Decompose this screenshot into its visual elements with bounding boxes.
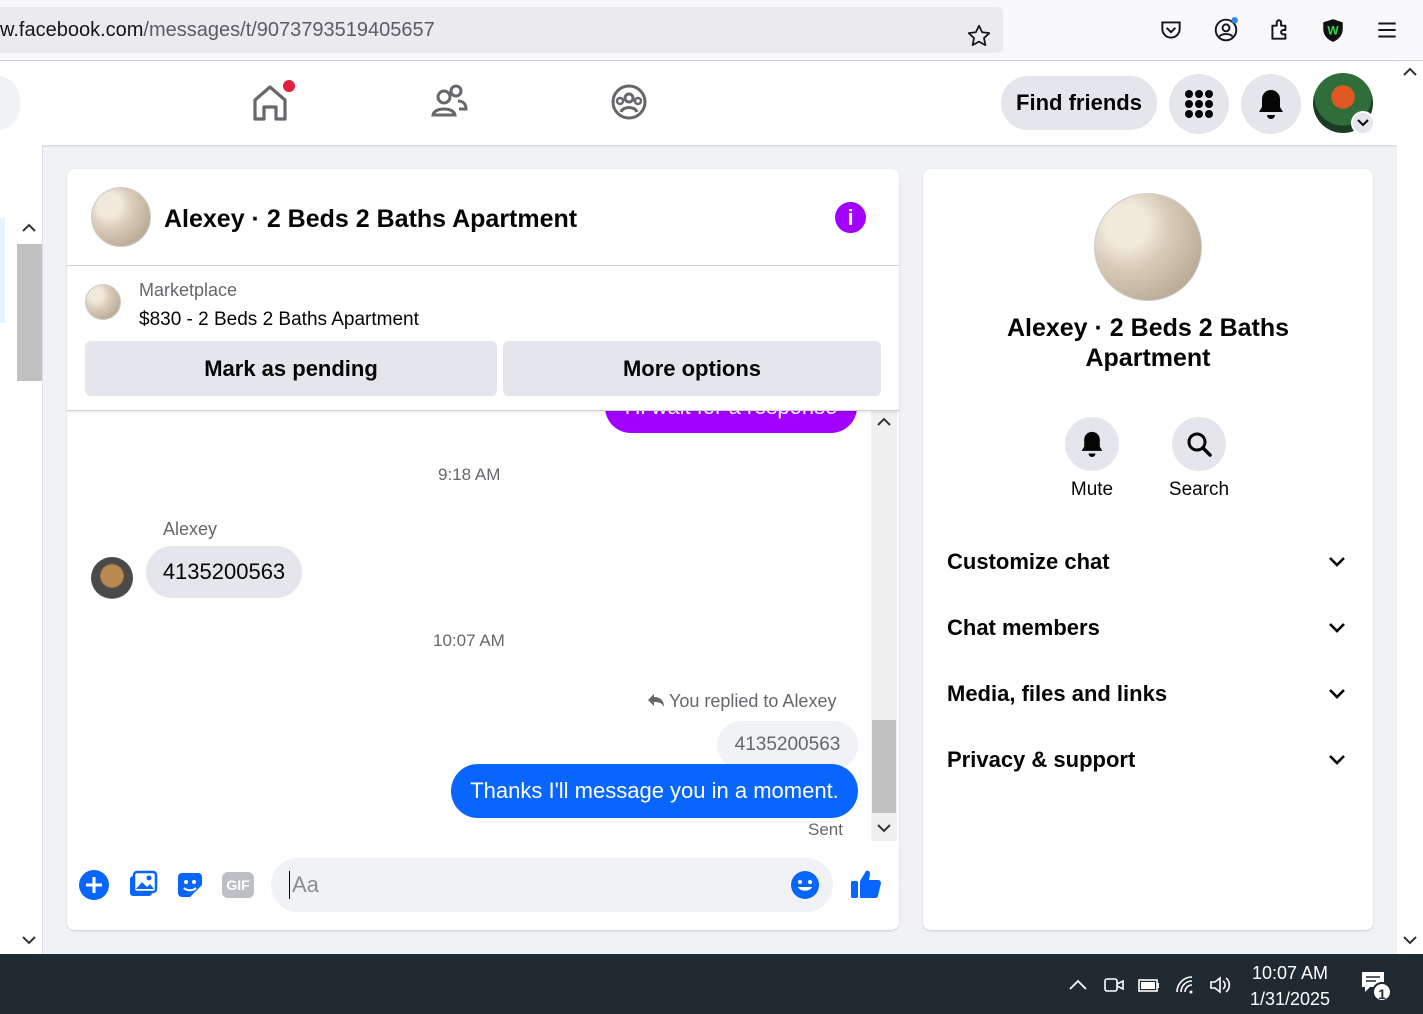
clock-time: 10:07 AM xyxy=(1251,963,1329,983)
more-options-button[interactable]: More options xyxy=(503,341,881,396)
url-bar[interactable]: w.facebook.com/messages/t/90737935194056… xyxy=(0,7,1003,53)
selected-conversation-edge[interactable] xyxy=(0,218,5,323)
chevron-down-icon xyxy=(1329,755,1345,765)
chevron-up-icon[interactable] xyxy=(1066,974,1090,996)
scroll-down-icon[interactable] xyxy=(1403,935,1417,945)
grid-icon xyxy=(1185,90,1213,118)
groups-icon[interactable] xyxy=(609,81,649,123)
profile-avatar[interactable] xyxy=(1313,73,1375,135)
search-label: Search xyxy=(1168,479,1230,500)
outgoing-message-bubble[interactable]: Hi wait for a response xyxy=(605,411,857,433)
sender-name: Alexey xyxy=(163,519,218,539)
page-scrollbar[interactable] xyxy=(1397,61,1423,954)
bell-icon xyxy=(1081,431,1103,457)
sticker-icon[interactable] xyxy=(174,869,206,901)
listing-thumbnail[interactable] xyxy=(85,284,121,320)
gif-icon[interactable]: GIF xyxy=(222,872,254,898)
thumbs-up-icon[interactable] xyxy=(849,867,883,901)
conversation-avatar-large[interactable] xyxy=(1094,193,1202,301)
info-icon[interactable]: i xyxy=(835,202,866,233)
conversation-list-edge xyxy=(0,145,43,954)
clock-date: 1/31/2025 xyxy=(1249,989,1331,1009)
marketplace-listing-bar: Marketplace $830 - 2 Beds 2 Baths Apartm… xyxy=(67,266,899,411)
windows-taskbar: 10:07 AM 1/31/2025 1 xyxy=(0,954,1423,1014)
mute-button[interactable] xyxy=(1065,417,1119,471)
sender-avatar[interactable] xyxy=(91,557,133,599)
quoted-message[interactable]: 4135200563 xyxy=(717,721,858,769)
message-status: Sent xyxy=(808,820,843,839)
battery-icon[interactable] xyxy=(1137,974,1161,996)
account-icon[interactable] xyxy=(1213,17,1239,43)
pocket-icon[interactable] xyxy=(1158,17,1184,43)
friends-icon[interactable] xyxy=(429,81,469,123)
menu-button[interactable] xyxy=(1169,74,1229,134)
extensions-icon[interactable] xyxy=(1267,17,1293,43)
message-input-box[interactable] xyxy=(271,858,833,912)
emoji-icon[interactable] xyxy=(790,870,820,900)
listing-title[interactable]: $830 - 2 Beds 2 Baths Apartment xyxy=(139,309,419,331)
timestamp: 9:18 AM xyxy=(438,465,501,484)
search-field[interactable] xyxy=(0,75,20,131)
info-panel-title: Alexey · 2 Beds 2 Baths Apartment xyxy=(1006,314,1290,372)
bookmark-star-icon[interactable] xyxy=(966,23,992,49)
list-scrollbar-thumb[interactable] xyxy=(17,244,42,381)
scroll-up-icon[interactable] xyxy=(22,223,36,233)
reply-icon xyxy=(648,694,664,707)
notification-count-badge: 1 xyxy=(1372,982,1392,1002)
scroll-up-icon[interactable] xyxy=(1403,67,1417,77)
find-friends-button[interactable]: Find friends xyxy=(1001,76,1157,130)
notifications-button[interactable] xyxy=(1241,74,1301,134)
section-media-files-links[interactable]: Media, files and links xyxy=(947,674,1349,714)
menu-icon[interactable] xyxy=(1374,17,1400,43)
chevron-down-icon[interactable] xyxy=(1351,111,1375,135)
system-clock[interactable]: 10:07 AM 1/31/2025 xyxy=(1240,960,1340,1012)
section-privacy-support[interactable]: Privacy & support xyxy=(947,740,1349,780)
scroll-down-icon[interactable] xyxy=(877,823,891,833)
search-icon xyxy=(1187,432,1212,457)
notification-dot xyxy=(283,80,295,92)
chat-header: Alexey · 2 Beds 2 Baths Apartment i xyxy=(67,169,899,266)
message-list: Hi wait for a response 9:18 AM Alexey 41… xyxy=(67,411,899,841)
message-scrollbar-thumb[interactable] xyxy=(872,720,896,813)
mark-as-pending-button[interactable]: Mark as pending xyxy=(85,341,497,396)
outgoing-message-bubble[interactable]: Thanks I'll message you in a moment. xyxy=(451,764,858,818)
timestamp: 10:07 AM xyxy=(433,631,505,650)
notification-center-button[interactable]: 1 xyxy=(1360,970,1392,1002)
conversation-title[interactable]: Alexey · 2 Beds 2 Baths Apartment xyxy=(164,205,577,234)
conversation-avatar[interactable] xyxy=(91,187,151,247)
bell-icon xyxy=(1259,90,1283,119)
message-input[interactable] xyxy=(289,871,769,899)
search-button[interactable] xyxy=(1172,417,1226,471)
chat-panel: Alexey · 2 Beds 2 Baths Apartment i Mark… xyxy=(67,169,899,930)
marketplace-label: Marketplace xyxy=(139,280,238,300)
svg-text:W: W xyxy=(1327,23,1339,37)
message-scrollbar[interactable] xyxy=(871,411,897,841)
scroll-down-icon[interactable] xyxy=(22,935,36,945)
meet-now-icon[interactable] xyxy=(1102,974,1126,996)
plus-icon[interactable] xyxy=(78,869,110,901)
mute-label: Mute xyxy=(1070,479,1114,500)
browser-toolbar: w.facebook.com/messages/t/90737935194056… xyxy=(0,0,1423,61)
chevron-down-icon xyxy=(1329,623,1345,633)
scroll-up-icon[interactable] xyxy=(877,417,891,427)
section-chat-members[interactable]: Chat members xyxy=(947,608,1349,648)
conversation-info-panel: Alexey · 2 Beds 2 Baths Apartment Mute S… xyxy=(923,169,1373,930)
chevron-down-icon xyxy=(1329,689,1345,699)
photo-icon[interactable] xyxy=(126,869,158,901)
url-text[interactable]: w.facebook.com/messages/t/90737935194056… xyxy=(0,19,435,42)
wifi-icon[interactable] xyxy=(1174,974,1198,996)
volume-icon[interactable] xyxy=(1208,974,1232,996)
incoming-message-bubble[interactable]: 4135200563 xyxy=(146,546,302,598)
facebook-header: Find friends xyxy=(0,61,1397,145)
chevron-down-icon xyxy=(1329,557,1345,567)
reply-indicator: You replied to Alexey xyxy=(647,691,836,712)
shield-extension-icon[interactable]: W xyxy=(1320,17,1346,43)
message-composer: GIF xyxy=(67,841,899,930)
section-customize-chat[interactable]: Customize chat xyxy=(947,542,1349,582)
